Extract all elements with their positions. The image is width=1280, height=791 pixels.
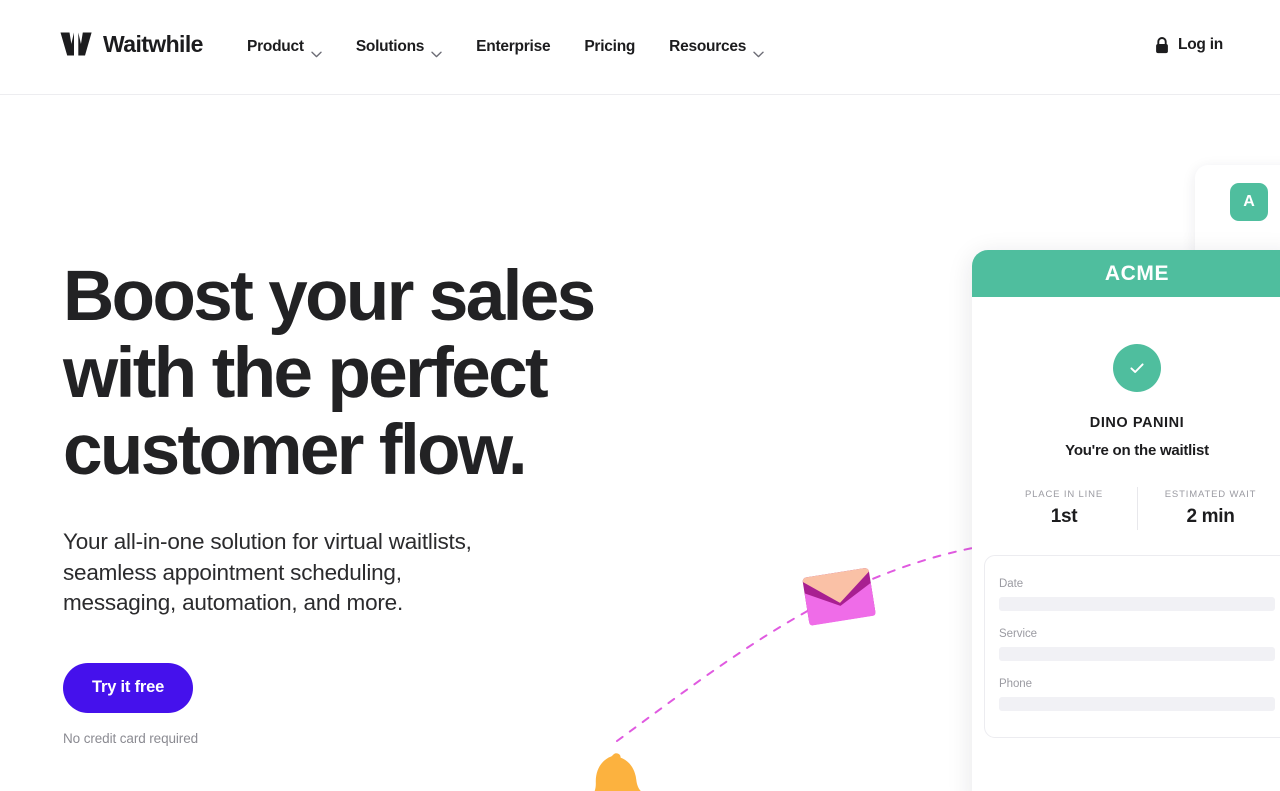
- nav-item-label: Enterprise: [476, 38, 551, 55]
- envelope-icon: [802, 567, 877, 626]
- waitlist-card-header: ACME: [972, 250, 1280, 297]
- nav-item-solutions[interactable]: Solutions: [356, 34, 442, 60]
- field-label: Date: [999, 578, 1024, 590]
- business-name: ACME: [1104, 261, 1170, 285]
- field-label: Service: [999, 628, 1037, 640]
- stat-estimated-wait: Estimated wait 2 min: [1137, 487, 1280, 530]
- landing-page: Waitwhile Product Solutions Enterprise P…: [0, 0, 1280, 791]
- nav-item-product[interactable]: Product: [247, 34, 322, 60]
- booking-form: Date Service Phone: [984, 555, 1280, 738]
- nav-item-label: Pricing: [584, 38, 636, 55]
- lock-icon: [1155, 36, 1169, 54]
- field-date: Date: [999, 578, 1275, 611]
- waitlist-card: ACME DINO PANINI You're on the waitlist …: [972, 250, 1280, 791]
- stat-label: Place in line: [1024, 489, 1104, 500]
- cta-fineprint: No credit card required: [63, 730, 199, 746]
- stat-value: 1st: [1050, 506, 1078, 527]
- brand-logo-link[interactable]: Waitwhile: [59, 31, 203, 57]
- field-service: Service: [999, 628, 1275, 661]
- nav-item-label: Resources: [669, 38, 747, 55]
- stat-label: Estimated wait: [1164, 489, 1257, 500]
- waitlist-stats: Place in line 1st Estimated wait 2 min: [972, 487, 1280, 530]
- try-it-free-button[interactable]: Try it free: [63, 662, 194, 713]
- login-label: Log in: [1178, 36, 1223, 53]
- main-navigation: Product Solutions Enterprise Pricing Res…: [247, 34, 764, 60]
- nav-item-resources[interactable]: Resources: [669, 34, 764, 60]
- field-phone: Phone: [999, 678, 1275, 711]
- field-label: Phone: [999, 678, 1033, 690]
- login-link[interactable]: Log in: [1155, 36, 1223, 54]
- avatar-badge-a: A: [1230, 183, 1268, 221]
- hero-section: Boost your sales with the perfect custom…: [63, 258, 723, 746]
- phone-input[interactable]: [999, 697, 1275, 711]
- chevron-down-icon: [311, 45, 322, 57]
- check-circle-icon: [1113, 344, 1161, 392]
- brand-name: Waitwhile: [103, 31, 203, 57]
- date-input[interactable]: [999, 597, 1275, 611]
- nav-item-pricing[interactable]: Pricing: [584, 34, 635, 60]
- stat-value: 2 min: [1186, 506, 1235, 527]
- nav-item-enterprise[interactable]: Enterprise: [476, 34, 550, 60]
- page-title: Boost your sales with the perfect custom…: [63, 257, 596, 490]
- chevron-down-icon: [753, 45, 764, 57]
- bell-icon: [582, 752, 654, 791]
- stat-place-in-line: Place in line 1st: [991, 487, 1137, 530]
- guest-name: DINO PANINI: [1089, 415, 1185, 431]
- nav-item-label: Solutions: [355, 38, 425, 55]
- hero-subheading: Your all-in-one solution for virtual wai…: [63, 529, 472, 615]
- chevron-down-icon: [431, 45, 442, 57]
- service-input[interactable]: [999, 647, 1275, 661]
- waitwhile-w-logo-icon: [59, 31, 93, 57]
- waitlist-status-text: You're on the waitlist: [1065, 442, 1209, 459]
- site-header: Waitwhile Product Solutions Enterprise P…: [0, 0, 1280, 95]
- nav-item-label: Product: [247, 38, 304, 55]
